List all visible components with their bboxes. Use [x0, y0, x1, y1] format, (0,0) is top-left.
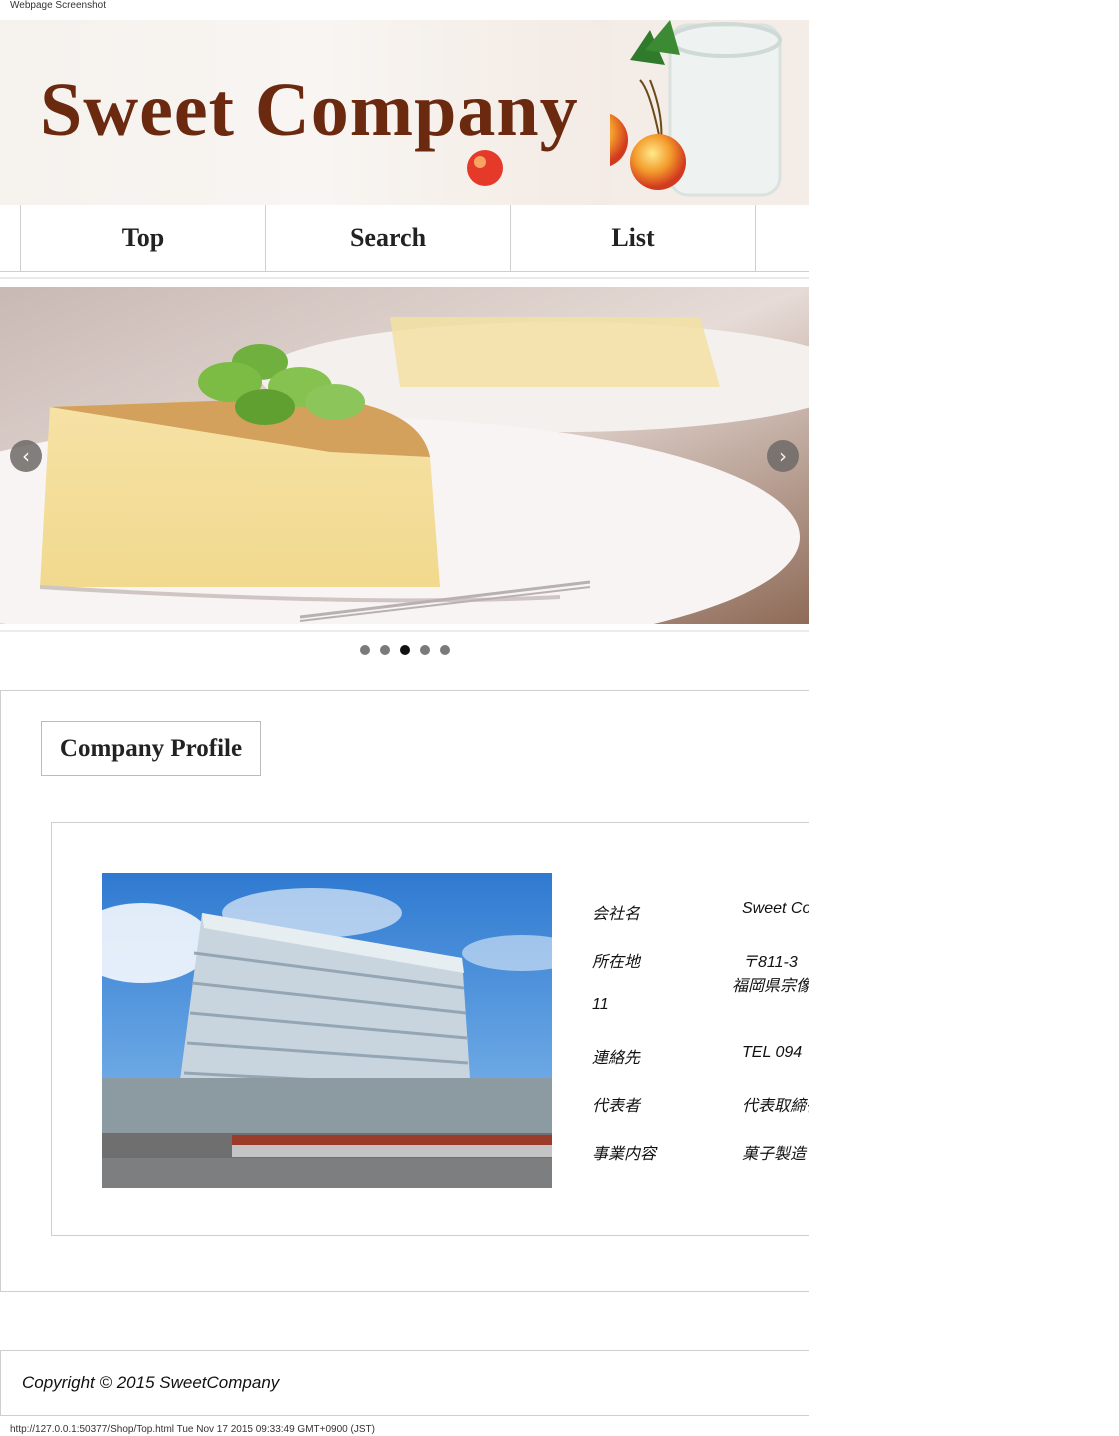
cherry-jar-image [610, 20, 809, 205]
print-footer-url: http://127.0.0.1:50377/Shop/Top.html Tue… [10, 1424, 375, 1435]
info-key-representative: 代表者 [592, 1098, 641, 1115]
slider-dot-1[interactable] [360, 645, 370, 655]
nav-edge-left [0, 205, 20, 272]
chevron-right-icon: › [779, 444, 787, 468]
info-value-business: 菓子製造 [742, 1146, 807, 1163]
chevron-left-icon: ‹ [22, 444, 30, 468]
info-value-address: 福岡県宗像 [732, 978, 809, 995]
company-info-table: 会社名 Sweet Co 所在地 〒811-3 福岡県宗像 11 連絡先 TEL… [592, 896, 809, 1186]
nav-divider [0, 277, 809, 279]
copyright-text: Copyright © 2015 SweetCompany [22, 1373, 280, 1392]
info-value-postal-code: 〒811-3 [742, 954, 798, 971]
info-key-business: 事業内容 [592, 1146, 657, 1163]
info-value-representative: 代表取締役 [742, 1098, 809, 1115]
info-value-company-name: Sweet Co [742, 900, 809, 917]
slider-next-button[interactable]: › [767, 440, 799, 472]
info-key-address: 所在地 [592, 954, 641, 971]
slider-dot-3[interactable] [400, 645, 410, 655]
company-profile-heading: Company Profile [41, 721, 261, 776]
info-key-company-name: 会社名 [592, 906, 641, 923]
slider-divider [0, 630, 809, 632]
image-slider[interactable] [0, 287, 809, 624]
info-value-contact: TEL 094 [742, 1044, 803, 1061]
info-key-contact: 連絡先 [592, 1050, 641, 1067]
cherry-icon [467, 150, 503, 186]
nav-item-list[interactable]: List [510, 205, 755, 272]
nav-item-top[interactable]: Top [20, 205, 265, 272]
print-title: Webpage Screenshot [10, 0, 106, 11]
slider-prev-button[interactable]: ‹ [10, 440, 42, 472]
site-header: Sweet Company [0, 20, 809, 205]
info-value-address-cont: 11 [592, 996, 609, 1013]
nav-item-search[interactable]: Search [265, 205, 510, 272]
nav-item-empty [755, 205, 809, 272]
slider-dot-5[interactable] [440, 645, 450, 655]
slider-pagination [360, 645, 450, 655]
main-nav: Top Search List [0, 205, 809, 279]
slider-dot-2[interactable] [380, 645, 390, 655]
cheesecake-slide-image [0, 287, 809, 624]
company-building-image [102, 873, 552, 1188]
slider-dot-4[interactable] [420, 645, 430, 655]
